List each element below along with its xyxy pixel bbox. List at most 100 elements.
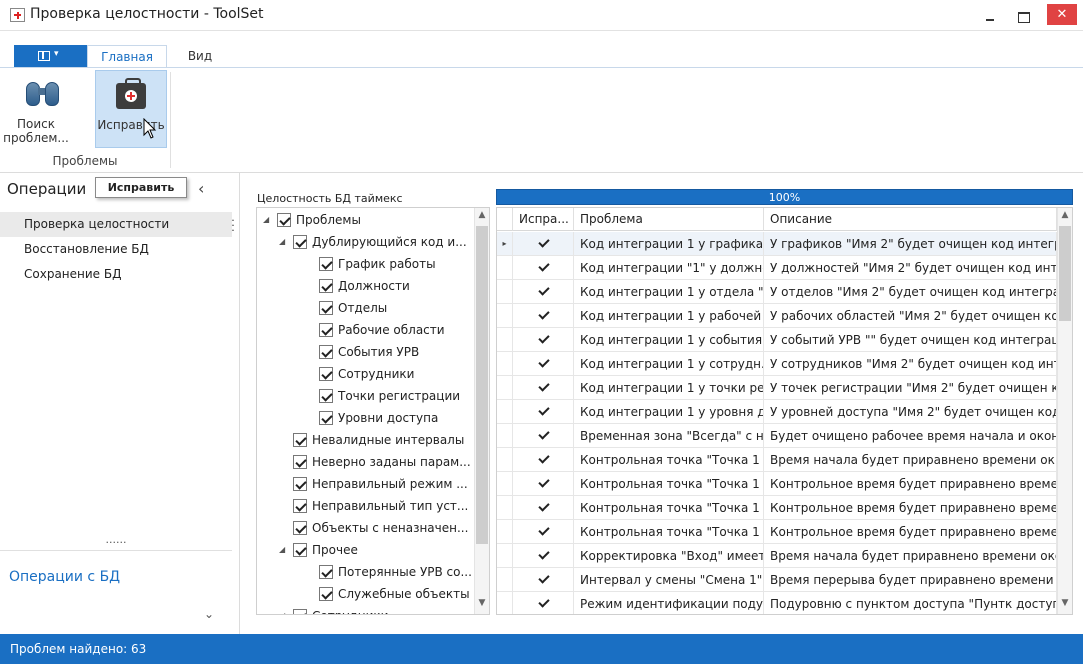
table-row[interactable]: Контрольная точка "Точка 1 ... Контрольно…	[497, 472, 1057, 496]
table-row[interactable]: Контрольная точка "Точка 1 ... Контрольно…	[497, 496, 1057, 520]
fix-cell[interactable]	[513, 304, 574, 328]
description-cell[interactable]: У отделов "Имя 2" будет очищен код интег…	[764, 280, 1057, 304]
table-row[interactable]: Код интеграции 1 у отдела "... У отделов …	[497, 280, 1057, 304]
problem-cell[interactable]: Интервал у смены "Смена 1" ...	[574, 568, 764, 592]
chevron-down-icon[interactable]: ⌄	[204, 607, 214, 621]
db-operations-link[interactable]: Операции с БД	[9, 569, 120, 585]
problem-cell[interactable]: Код интеграции 1 у графика ...	[574, 232, 764, 256]
close-button[interactable]: ✕	[1047, 4, 1077, 25]
tree-scroll-thumb[interactable]	[476, 226, 488, 544]
table-row[interactable]: Режим идентификации подур... Подуровню с …	[497, 592, 1057, 614]
problem-cell[interactable]: Контрольная точка "Точка 1 ...	[574, 448, 764, 472]
fix-checkbox[interactable]	[537, 357, 550, 370]
description-cell[interactable]: Время начала будет приравнено времени ок…	[764, 448, 1057, 472]
table-row[interactable]: Контрольная точка "Точка 1 ... Контрольно…	[497, 520, 1057, 544]
fix-cell[interactable]	[513, 352, 574, 376]
tree-scrollbar[interactable]: ▲ ▼	[474, 208, 489, 614]
tree-checkbox[interactable]	[319, 389, 333, 403]
fix-checkbox[interactable]	[537, 597, 550, 610]
fix-cell[interactable]	[513, 328, 574, 352]
problem-cell[interactable]: Режим идентификации подур...	[574, 592, 764, 614]
fix-cell[interactable]	[513, 496, 574, 520]
fix-cell[interactable]	[513, 424, 574, 448]
tree-checkbox[interactable]	[319, 565, 333, 579]
tree-checkbox[interactable]	[293, 499, 307, 513]
fix-checkbox[interactable]	[537, 525, 550, 538]
column-header-fix[interactable]: Испра...	[513, 208, 574, 231]
fix-cell[interactable]	[513, 568, 574, 592]
description-cell[interactable]: У рабочих областей "Имя 2" будет очищен …	[764, 304, 1057, 328]
problem-cell[interactable]: Код интеграции 1 у отдела "...	[574, 280, 764, 304]
problem-cell[interactable]: Код интеграции 1 у рабочей ...	[574, 304, 764, 328]
fix-cell[interactable]	[513, 232, 574, 256]
tree-checkbox[interactable]	[319, 279, 333, 293]
minimize-button[interactable]	[974, 2, 1006, 28]
fix-checkbox[interactable]	[537, 405, 550, 418]
grid-scrollbar[interactable]: ▲ ▼	[1057, 208, 1072, 614]
problems-tree[interactable]: ◢ Проблемы ◢ Дублирующийся код и... График р…	[256, 207, 490, 615]
problem-cell[interactable]: Контрольная точка "Точка 1 ...	[574, 472, 764, 496]
problem-cell[interactable]: Корректировка "Вход" имеет...	[574, 544, 764, 568]
tree-checkbox[interactable]	[277, 213, 291, 227]
table-row[interactable]: Код интеграции 1 у точки ре... У точек ре…	[497, 376, 1057, 400]
column-header-problem[interactable]: Проблема	[574, 208, 764, 231]
problem-cell[interactable]: Временная зона "Всегда" с не...	[574, 424, 764, 448]
table-row[interactable]: Контрольная точка "Точка 1 ... Время нача…	[497, 448, 1057, 472]
maximize-button[interactable]	[1007, 2, 1039, 28]
column-header-description[interactable]: Описание	[764, 208, 1057, 231]
table-row[interactable]: Код интеграции 1 у сотрудн... У сотрудник…	[497, 352, 1057, 376]
description-cell[interactable]: Время начала будет приравнено времени ок…	[764, 544, 1057, 568]
fix-checkbox[interactable]	[537, 501, 550, 514]
fix-cell[interactable]	[513, 544, 574, 568]
scroll-down-icon[interactable]: ▼	[1059, 598, 1071, 612]
table-row[interactable]: Код интеграции "1" у должно... У должност…	[497, 256, 1057, 280]
problem-cell[interactable]: Код интеграции 1 у события ...	[574, 328, 764, 352]
fix-checkbox[interactable]	[537, 453, 550, 466]
tree-checkbox[interactable]	[319, 345, 333, 359]
tree-checkbox[interactable]	[319, 587, 333, 601]
table-row[interactable]: Интервал у смены "Смена 1" ... Время пере…	[497, 568, 1057, 592]
fix-checkbox[interactable]	[537, 477, 550, 490]
tree-checkbox[interactable]	[319, 301, 333, 315]
tree-checkbox[interactable]	[293, 455, 307, 469]
fix-checkbox[interactable]	[537, 549, 550, 562]
tree-expand-icon[interactable]: ◢	[279, 539, 289, 561]
table-row[interactable]: Корректировка "Вход" имеет... Время начал…	[497, 544, 1057, 568]
panel-splitter[interactable]: ......	[0, 533, 232, 551]
fix-checkbox[interactable]	[537, 285, 550, 298]
description-cell[interactable]: Контрольное время будет приравнено време…	[764, 520, 1057, 544]
table-row[interactable]: Код интеграции 1 у рабочей ... У рабочих …	[497, 304, 1057, 328]
tab-home[interactable]: Главная	[87, 45, 167, 67]
tree-checkbox[interactable]	[319, 257, 333, 271]
scroll-up-icon[interactable]: ▲	[1059, 210, 1071, 224]
description-cell[interactable]: У графиков "Имя 2" будет очищен код инте…	[764, 232, 1057, 256]
problems-grid[interactable]: Испра... Проблема Описание ▸ Код интеграц…	[496, 207, 1073, 615]
tree-checkbox[interactable]	[319, 411, 333, 425]
nav-item-db-save[interactable]: Сохранение БД	[0, 262, 232, 287]
tab-view[interactable]: Вид	[185, 45, 215, 67]
fix-cell[interactable]	[513, 592, 574, 614]
description-cell[interactable]: Будет очищено рабочее время начала и око…	[764, 424, 1057, 448]
fix-checkbox[interactable]	[537, 381, 550, 394]
tree-expand-icon[interactable]: ◢	[279, 231, 289, 253]
problem-cell[interactable]: Контрольная точка "Точка 1 ...	[574, 496, 764, 520]
table-row[interactable]: Временная зона "Всегда" с не... Будет очи…	[497, 424, 1057, 448]
tree-checkbox[interactable]	[293, 433, 307, 447]
tree-checkbox[interactable]	[293, 477, 307, 491]
fix-checkbox[interactable]	[537, 333, 550, 346]
nav-item-integrity-check[interactable]: Проверка целостности	[0, 212, 232, 237]
description-cell[interactable]: Контрольное время будет приравнено време…	[764, 496, 1057, 520]
scroll-up-icon[interactable]: ▲	[476, 210, 488, 224]
vertical-splitter-grip[interactable]: · · ·	[230, 215, 236, 236]
collapse-panel-icon[interactable]: ‹	[198, 179, 204, 198]
fix-cell[interactable]	[513, 400, 574, 424]
fix-checkbox[interactable]	[537, 237, 550, 250]
fix-checkbox[interactable]	[537, 429, 550, 442]
table-row[interactable]: Код интеграции 1 у уровня д... У уровней …	[497, 400, 1057, 424]
tree-expand-icon[interactable]: ◢	[263, 209, 273, 231]
problem-cell[interactable]: Контрольная точка "Точка 1 ...	[574, 520, 764, 544]
tree-checkbox[interactable]	[293, 543, 307, 557]
problem-cell[interactable]: Код интеграции 1 у сотрудн...	[574, 352, 764, 376]
description-cell[interactable]: Время перерыва будет приравнено времени …	[764, 568, 1057, 592]
fix-cell[interactable]	[513, 280, 574, 304]
